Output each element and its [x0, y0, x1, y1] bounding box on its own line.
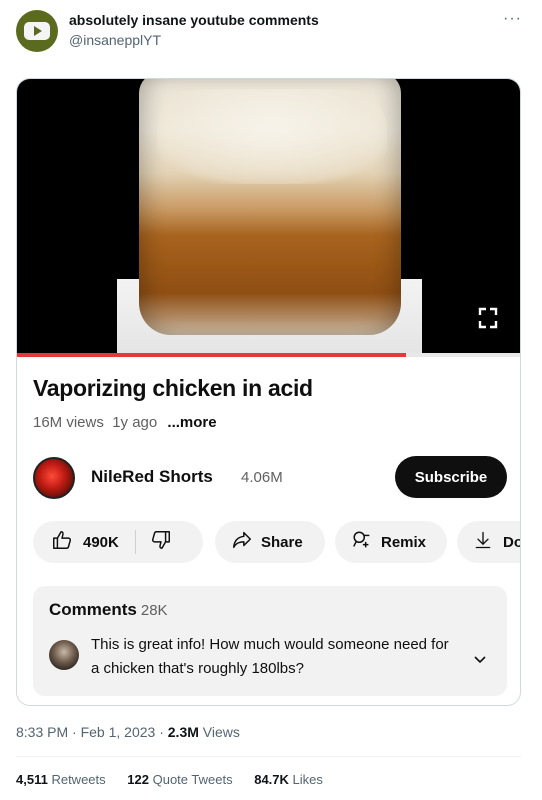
commenter-avatar[interactable] [49, 640, 79, 670]
remix-label: Remix [381, 533, 427, 551]
video-progress-fill [17, 353, 406, 357]
likes-count: 84.7K [254, 772, 289, 787]
video-meta: 16M views 1y ago ...more [33, 414, 217, 431]
thumbs-up-icon[interactable] [51, 529, 73, 555]
subscriber-count: 4.06M [241, 469, 283, 486]
more-dots-icon[interactable]: ··· [503, 10, 522, 28]
more-link[interactable]: ...more [167, 414, 216, 431]
video-frame-froth [157, 89, 387, 184]
retweets-label: Retweets [51, 772, 106, 787]
video-card[interactable]: Vaporizing chicken in acid 16M views 1y … [16, 78, 521, 706]
tweet-stats: 4,511 Retweets 122 Quote Tweets 84.7K Li… [16, 772, 341, 787]
likes-label: Likes [292, 772, 323, 787]
tweet-views-label: Views [202, 724, 240, 740]
youtube-play-icon [24, 22, 50, 40]
action-bar: 490K Share Remix Do [33, 521, 521, 563]
thumbs-down-icon[interactable] [150, 529, 172, 555]
display-name[interactable]: absolutely insane youtube comments [69, 12, 319, 28]
video-title: Vaporizing chicken in acid [33, 375, 313, 401]
retweets-stat[interactable]: 4,511 Retweets [16, 772, 106, 787]
quotes-label: Quote Tweets [152, 772, 233, 787]
comments-header: Comments 28K [49, 600, 168, 620]
profile-avatar[interactable] [16, 10, 58, 52]
comments-title: Comments [49, 600, 137, 619]
stats-divider [16, 756, 521, 757]
download-icon [473, 529, 493, 555]
video-player[interactable] [17, 79, 520, 355]
comments-count: 28K [140, 602, 168, 619]
like-count[interactable]: 490K [83, 534, 119, 551]
video-progress-bar[interactable] [17, 353, 520, 357]
channel-avatar[interactable] [33, 457, 75, 499]
likes-stat[interactable]: 84.7K Likes [254, 772, 323, 787]
download-button[interactable]: Do [457, 521, 521, 563]
remix-icon [351, 529, 373, 555]
quotes-stat[interactable]: 122 Quote Tweets [127, 772, 232, 787]
tweet-timestamp-row: 8:33 PM · Feb 1, 2023 · 2.3M Views [16, 724, 240, 740]
upload-age: 1y ago [112, 414, 158, 431]
share-arrow-icon [231, 529, 253, 555]
tweet-view-count: 2.3M [167, 724, 199, 740]
comments-section[interactable]: Comments 28K This is great info! How much… [33, 586, 507, 696]
subscribe-button[interactable]: Subscribe [395, 456, 507, 498]
top-comment: This is great info! How much would someo… [91, 636, 449, 677]
share-label: Share [261, 533, 303, 551]
like-separator [134, 530, 136, 554]
channel-name[interactable]: NileRed Shorts [91, 467, 213, 487]
like-dislike-pill: 490K [33, 521, 203, 563]
retweets-count: 4,511 [16, 772, 48, 787]
share-button[interactable]: Share [215, 521, 325, 563]
fullscreen-icon[interactable] [478, 307, 498, 329]
download-label: Do [503, 533, 521, 551]
tweet-timestamp[interactable]: 8:33 PM · Feb 1, 2023 [16, 724, 155, 740]
remix-button[interactable]: Remix [335, 521, 447, 563]
chevron-down-icon[interactable] [473, 652, 487, 670]
quotes-count: 122 [127, 772, 149, 787]
user-handle[interactable]: @insanepplYT [69, 32, 161, 48]
tweet-header: absolutely insane youtube comments @insa… [16, 10, 526, 58]
view-count: 16M views [33, 414, 104, 431]
